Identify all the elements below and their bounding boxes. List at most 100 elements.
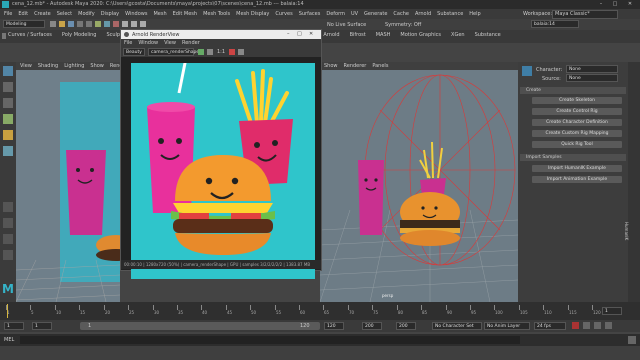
- menu-uv[interactable]: UV: [351, 11, 358, 17]
- time-slider[interactable]: 1 5 10 15 20 25 30 35 40 45 50 55 60 65 70 75 80 85 90 95 10…: [0, 302, 640, 320]
- layout-single-icon[interactable]: [3, 202, 13, 212]
- shelf-tab-bifrost[interactable]: Bifrost: [350, 32, 366, 38]
- arnold-renderview-window[interactable]: Arnold RenderView – □ ✕ File Window View Re…: [120, 29, 322, 279]
- camera-select[interactable]: camera_renderShape: [148, 48, 199, 56]
- import-section-header[interactable]: Import Samples: [520, 154, 626, 161]
- start-time-field[interactable]: 1: [4, 322, 24, 330]
- crop-icon[interactable]: [207, 49, 213, 55]
- renderview-menu-render[interactable]: Render: [182, 40, 200, 46]
- color-icon[interactable]: [229, 49, 235, 55]
- no-live-surface-label[interactable]: No Live Surface: [327, 22, 366, 28]
- menu-surfaces[interactable]: Surfaces: [299, 11, 321, 17]
- viewport-menu-lighting[interactable]: Lighting: [64, 63, 84, 69]
- snap-curve-icon[interactable]: [131, 21, 137, 27]
- menu-windows[interactable]: Windows: [125, 11, 147, 17]
- quick-rig-tool-button[interactable]: Quick Rig Tool: [532, 141, 622, 148]
- select-hierarchy-icon[interactable]: [95, 21, 101, 27]
- viewport-menu-panels[interactable]: Panels: [372, 63, 388, 69]
- range-bar[interactable]: 1 120: [80, 322, 320, 330]
- snapshot-icon[interactable]: [238, 49, 244, 55]
- create-section-header[interactable]: Create: [520, 87, 626, 94]
- menu-edit[interactable]: Edit: [18, 11, 28, 17]
- import-humanik-example-button[interactable]: Import HumanIK Example: [532, 165, 622, 172]
- layout-four-icon[interactable]: [3, 218, 13, 228]
- move-tool-icon[interactable]: [3, 114, 13, 124]
- viewport-menu-show[interactable]: Show: [324, 63, 338, 69]
- shelf-settings-icon[interactable]: [2, 33, 6, 39]
- renderview-menu-view[interactable]: View: [164, 40, 176, 46]
- snap-point-icon[interactable]: [140, 21, 146, 27]
- playback-end-field[interactable]: 120: [324, 322, 344, 330]
- max-time-field[interactable]: 200: [396, 322, 416, 330]
- anim-layer-select[interactable]: No Anim Layer: [484, 322, 530, 330]
- menu-edit-mesh[interactable]: Edit Mesh: [173, 11, 197, 17]
- humanik-side-tab[interactable]: HumanIK: [624, 62, 640, 302]
- lasso-tool-icon[interactable]: [3, 82, 13, 92]
- menu-create[interactable]: Create: [34, 11, 51, 17]
- viewport-left[interactable]: ViewShadingLightingShowRendererPanels ca…: [16, 62, 120, 302]
- menu-set-select[interactable]: Modeling: [3, 20, 45, 28]
- renderview-minimize-button[interactable]: –: [287, 31, 290, 37]
- shelf-tab-mash[interactable]: MASH: [376, 32, 391, 38]
- paint-select-icon[interactable]: [3, 98, 13, 108]
- menu-help[interactable]: Help: [469, 11, 480, 17]
- auto-key-icon[interactable]: [583, 322, 590, 329]
- scale-tool-icon[interactable]: [3, 146, 13, 156]
- create-character-definition-button[interactable]: Create Character Definition: [532, 119, 622, 126]
- viewport-menu-renderer[interactable]: Renderer: [110, 63, 120, 69]
- rotate-tool-icon[interactable]: [3, 130, 13, 140]
- viewport-menu-show[interactable]: Show: [90, 63, 104, 69]
- playback-start-field[interactable]: 1: [32, 322, 52, 330]
- snap-grid-icon[interactable]: [122, 21, 128, 27]
- shelf-tab-curves-surfaces[interactable]: Curves / Surfaces: [8, 32, 52, 38]
- redo-icon[interactable]: [86, 21, 92, 27]
- menu-file[interactable]: File: [4, 11, 12, 17]
- shelf-tab-substance[interactable]: Substance: [475, 32, 501, 38]
- menu-mesh[interactable]: Mesh: [153, 11, 166, 17]
- select-object-icon[interactable]: [104, 21, 110, 27]
- current-frame-field[interactable]: 1: [602, 307, 622, 315]
- menu-generate[interactable]: Generate: [364, 11, 387, 17]
- renderview-close-button[interactable]: ✕: [309, 31, 313, 37]
- maximize-button[interactable]: □: [610, 1, 620, 8]
- shelf-tab-xgen[interactable]: XGen: [451, 32, 465, 38]
- renderview-maximize-button[interactable]: □: [297, 31, 302, 37]
- menu-select[interactable]: Select: [57, 11, 72, 17]
- aov-select[interactable]: Beauty: [123, 48, 145, 56]
- select-component-icon[interactable]: [113, 21, 119, 27]
- renderview-menu-file[interactable]: File: [124, 40, 132, 46]
- select-tool-icon[interactable]: [3, 66, 13, 76]
- audio-icon[interactable]: [605, 322, 612, 329]
- layout-two-icon[interactable]: [3, 234, 13, 244]
- character-select[interactable]: None: [566, 65, 618, 73]
- minimize-button[interactable]: –: [596, 1, 606, 8]
- menu-cache[interactable]: Cache: [393, 11, 409, 17]
- create-custom-rig-mapping-button[interactable]: Create Custom Rig Mapping: [532, 130, 622, 137]
- create-skeleton-button[interactable]: Create Skeleton: [532, 97, 622, 104]
- renderview-menu-window[interactable]: Window: [138, 40, 158, 46]
- save-scene-icon[interactable]: [68, 21, 74, 27]
- mel-label[interactable]: MEL: [4, 337, 14, 343]
- import-animation-example-button[interactable]: Import Animation Example: [532, 176, 622, 183]
- source-select[interactable]: None: [566, 74, 618, 82]
- shelf-tab-arnold[interactable]: Arnold: [323, 32, 339, 38]
- ratio-label[interactable]: 1:1: [217, 49, 225, 55]
- layout-outliner-icon[interactable]: [3, 250, 13, 260]
- end-time-field[interactable]: 200: [362, 322, 382, 330]
- viewport-menu-view[interactable]: View: [20, 63, 32, 69]
- renderview-titlebar[interactable]: Arnold RenderView – □ ✕: [121, 30, 321, 39]
- menu-arnold[interactable]: Arnold: [415, 11, 431, 17]
- shelf-tab-motion-graphics[interactable]: Motion Graphics: [400, 32, 441, 38]
- workspace-select[interactable]: Maya Classic*: [552, 10, 618, 19]
- anim-prefs-icon[interactable]: [594, 322, 601, 329]
- create-control-rig-button[interactable]: Create Control Rig: [532, 108, 622, 115]
- menu-deform[interactable]: Deform: [326, 11, 345, 17]
- mel-input[interactable]: [20, 336, 520, 344]
- menu-mesh-display[interactable]: Mesh Display: [236, 11, 269, 17]
- shelf-tab-poly-modeling[interactable]: Poly Modeling: [62, 32, 97, 38]
- viewport-menu-renderer[interactable]: Renderer: [344, 63, 367, 69]
- undo-icon[interactable]: [77, 21, 83, 27]
- search-field[interactable]: balaia:14: [531, 20, 579, 28]
- close-button[interactable]: ✕: [624, 1, 636, 8]
- character-set-select[interactable]: No Character Set: [432, 322, 482, 330]
